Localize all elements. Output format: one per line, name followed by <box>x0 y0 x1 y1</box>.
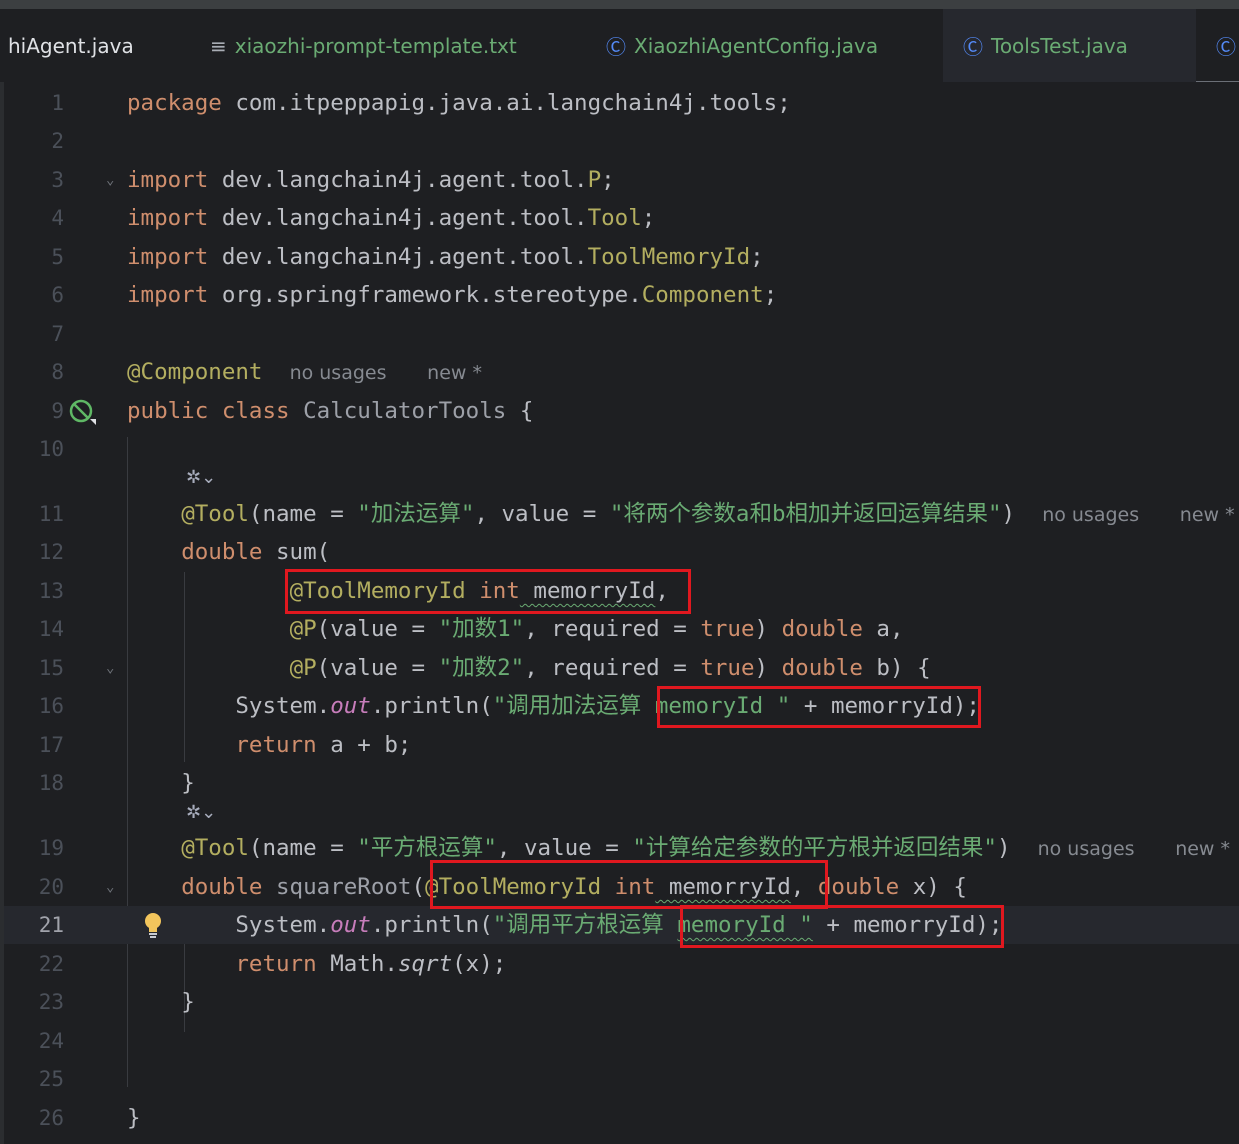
line-number: 15 <box>38 656 64 680</box>
line-number: 25 <box>38 1067 64 1091</box>
tab-label: hiAgent.java <box>8 33 134 58</box>
code-line: 17 return a + b; <box>4 726 1239 764</box>
highlight-box <box>680 905 1004 948</box>
code-text: @Tool(name = "加法运算", value = "将两个参数a和b相加… <box>181 501 1235 527</box>
java-test-class-icon: Ⓒ <box>963 35 983 59</box>
line-number: 20 <box>38 875 64 899</box>
code-line: 9 public class CalculatorTools { <box>4 392 1239 430</box>
code-line: 5 import dev.langchain4j.agent.tool.Tool… <box>4 238 1239 276</box>
code-line: 16 System.out.println("调用加法运算 memoryId "… <box>4 687 1239 725</box>
code-line: 12 double sum( <box>4 533 1239 571</box>
usages-hint[interactable]: no usages <box>1038 838 1135 860</box>
highlight-box <box>430 860 828 909</box>
code-line: 3 ⌄ import dev.langchain4j.agent.tool.P; <box>4 161 1239 199</box>
code-line: 1 package com.itpeppapig.java.ai.langcha… <box>4 84 1239 122</box>
line-number: 8 <box>51 360 64 384</box>
line-number: 12 <box>38 540 64 564</box>
code-text: import dev.langchain4j.agent.tool.P; <box>127 167 615 193</box>
code-line: 25 <box>4 1060 1239 1098</box>
text-file-icon: ≡ <box>210 33 227 58</box>
line-number: 4 <box>51 206 64 230</box>
code-line: 15 ⌄ @P(value = "加数2", required = true) … <box>4 649 1239 687</box>
window-top-strip <box>0 0 1239 9</box>
author-hint[interactable]: new * <box>1180 504 1235 526</box>
code-text: @P(value = "加数2", required = true) doubl… <box>289 655 931 681</box>
code-text: package com.itpeppapig.java.ai.langchain… <box>127 90 791 116</box>
code-text: } <box>127 1105 141 1131</box>
code-line: 4 import dev.langchain4j.agent.tool.Tool… <box>4 199 1239 237</box>
code-text: } <box>181 770 195 796</box>
code-editor[interactable]: 1 package com.itpeppapig.java.ai.langcha… <box>4 82 1239 1144</box>
code-line: 2 <box>4 122 1239 160</box>
line-number: 24 <box>38 1029 64 1053</box>
code-text: public class CalculatorTools { <box>127 398 534 424</box>
code-text: double sum( <box>181 539 331 565</box>
fold-chevron-icon[interactable]: ⌄ <box>106 868 114 906</box>
code-text: import dev.langchain4j.agent.tool.Tool; <box>127 205 656 231</box>
java-class-icon: Ⓒ <box>606 35 626 59</box>
ai-action-icon[interactable]: ✲⌄ <box>186 802 216 823</box>
code-line: 24 <box>4 1022 1239 1060</box>
fold-chevron-icon[interactable]: ⌄ <box>106 161 114 199</box>
code-text: return a + b; <box>235 732 412 758</box>
line-number: 22 <box>38 952 64 976</box>
tab-overflow[interactable]: Ⓒ <box>1216 9 1236 82</box>
line-number: 18 <box>38 771 64 795</box>
line-number: 10 <box>38 437 64 461</box>
usages-hint[interactable]: no usages <box>1042 504 1139 526</box>
code-line: 6 import org.springframework.stereotype.… <box>4 276 1239 314</box>
editor-tab-bar: hiAgent.java ≡ xiaozhi-prompt-template.t… <box>0 9 1239 84</box>
line-number: 2 <box>51 129 64 153</box>
tab-label: xiaozhi-prompt-template.txt <box>234 33 517 58</box>
line-number: 23 <box>38 990 64 1014</box>
code-line: 8 @Component no usages new * <box>4 353 1239 391</box>
line-number: 9 <box>51 399 64 423</box>
tab-hiagent-java[interactable]: hiAgent.java <box>8 9 134 82</box>
line-number: 26 <box>38 1106 64 1130</box>
line-number: 11 <box>38 502 64 526</box>
code-text: } <box>181 989 195 1015</box>
code-text: @P(value = "加数1", required = true) doubl… <box>289 616 904 642</box>
tab-xiaozhiagentconfig-java[interactable]: Ⓒ XiaozhiAgentConfig.java <box>606 9 878 82</box>
code-line-current: 21 System.out.println("调用平方根运算 memoryId … <box>4 906 1239 944</box>
tab-xiaozhi-prompt-template[interactable]: ≡ xiaozhi-prompt-template.txt <box>210 9 517 82</box>
no-run-icon[interactable] <box>68 399 98 425</box>
tab-label: XiaozhiAgentConfig.java <box>634 33 879 58</box>
highlight-box <box>657 686 981 728</box>
author-hint[interactable]: new * <box>1175 838 1230 860</box>
line-number: 13 <box>38 579 64 603</box>
code-line: 26 } <box>4 1099 1239 1137</box>
code-text: import dev.langchain4j.agent.tool.ToolMe… <box>127 244 764 270</box>
line-number: 6 <box>51 283 64 307</box>
code-line: 14 @P(value = "加数1", required = true) do… <box>4 610 1239 648</box>
code-text: return Math.sqrt(x); <box>235 951 507 977</box>
tab-label: ToolsTest.java <box>991 33 1128 58</box>
code-text: import org.springframework.stereotype.Co… <box>127 282 778 308</box>
ai-action-icon[interactable]: ✲⌄ <box>186 467 216 488</box>
author-hint[interactable]: new * <box>427 362 482 384</box>
code-line: 11 @Tool(name = "加法运算", value = "将两个参数a和… <box>4 495 1239 533</box>
tab-toolstest-java[interactable]: Ⓒ ToolsTest.java <box>943 9 1196 82</box>
code-line: 10 <box>4 430 1239 468</box>
code-text: @Component no usages new * <box>127 359 482 385</box>
line-number: 5 <box>51 245 64 269</box>
code-line: 23 } <box>4 983 1239 1021</box>
line-number: 7 <box>51 322 64 346</box>
highlight-box <box>285 569 691 614</box>
line-number: 3 <box>51 168 64 192</box>
line-number: 21 <box>38 913 64 937</box>
line-number: 16 <box>38 694 64 718</box>
line-number: 14 <box>38 617 64 641</box>
line-number: 1 <box>51 91 64 115</box>
line-number: 19 <box>38 836 64 860</box>
code-line: 7 <box>4 315 1239 353</box>
java-class-icon: Ⓒ <box>1216 35 1236 59</box>
usages-hint[interactable]: no usages <box>290 362 387 384</box>
code-line: 22 return Math.sqrt(x); <box>4 945 1239 983</box>
line-number: 17 <box>38 733 64 757</box>
fold-chevron-icon[interactable]: ⌄ <box>106 649 114 687</box>
code-line: 18 } <box>4 764 1239 802</box>
